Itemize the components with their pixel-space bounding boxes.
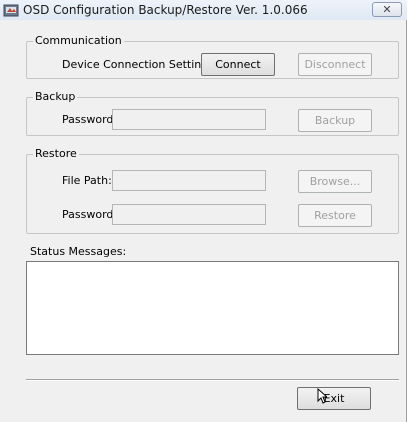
- communication-group: Communication Device Connection Setting:…: [26, 34, 399, 79]
- backup-group: Backup Password: Backup: [26, 90, 399, 136]
- backup-button[interactable]: Backup: [298, 109, 372, 132]
- backup-password-label: Password:: [62, 113, 118, 126]
- close-icon: ✕: [382, 3, 392, 16]
- file-path-field[interactable]: [112, 170, 266, 191]
- restore-legend: Restore: [33, 147, 79, 160]
- restore-password-label: Password:: [62, 208, 118, 221]
- title-bar[interactable]: OSD Configuration Backup/Restore Ver. 1.…: [0, 0, 407, 20]
- device-connection-label: Device Connection Setting:: [62, 58, 212, 71]
- mouse-cursor-icon: [317, 388, 327, 404]
- dialog-body: Communication Device Connection Setting:…: [0, 20, 407, 422]
- exit-button[interactable]: Exit: [297, 387, 371, 410]
- backup-legend: Backup: [33, 90, 78, 103]
- connect-button[interactable]: Connect: [201, 53, 275, 76]
- communication-legend: Communication: [33, 34, 124, 47]
- restore-button[interactable]: Restore: [298, 204, 372, 227]
- footer-divider: [26, 379, 399, 381]
- browse-button[interactable]: Browse...: [298, 170, 372, 193]
- restore-password-field[interactable]: [112, 204, 266, 225]
- window-title: OSD Configuration Backup/Restore Ver. 1.…: [23, 3, 308, 17]
- status-messages-box[interactable]: [26, 261, 399, 355]
- status-messages-label: Status Messages:: [30, 245, 127, 258]
- restore-group: Restore File Path: Browse... Password: R…: [26, 147, 399, 234]
- disconnect-button[interactable]: Disconnect: [298, 53, 372, 76]
- backup-password-field[interactable]: [112, 109, 266, 130]
- app-icon: [3, 4, 19, 17]
- file-path-label: File Path:: [62, 174, 112, 187]
- close-button[interactable]: ✕: [372, 2, 402, 17]
